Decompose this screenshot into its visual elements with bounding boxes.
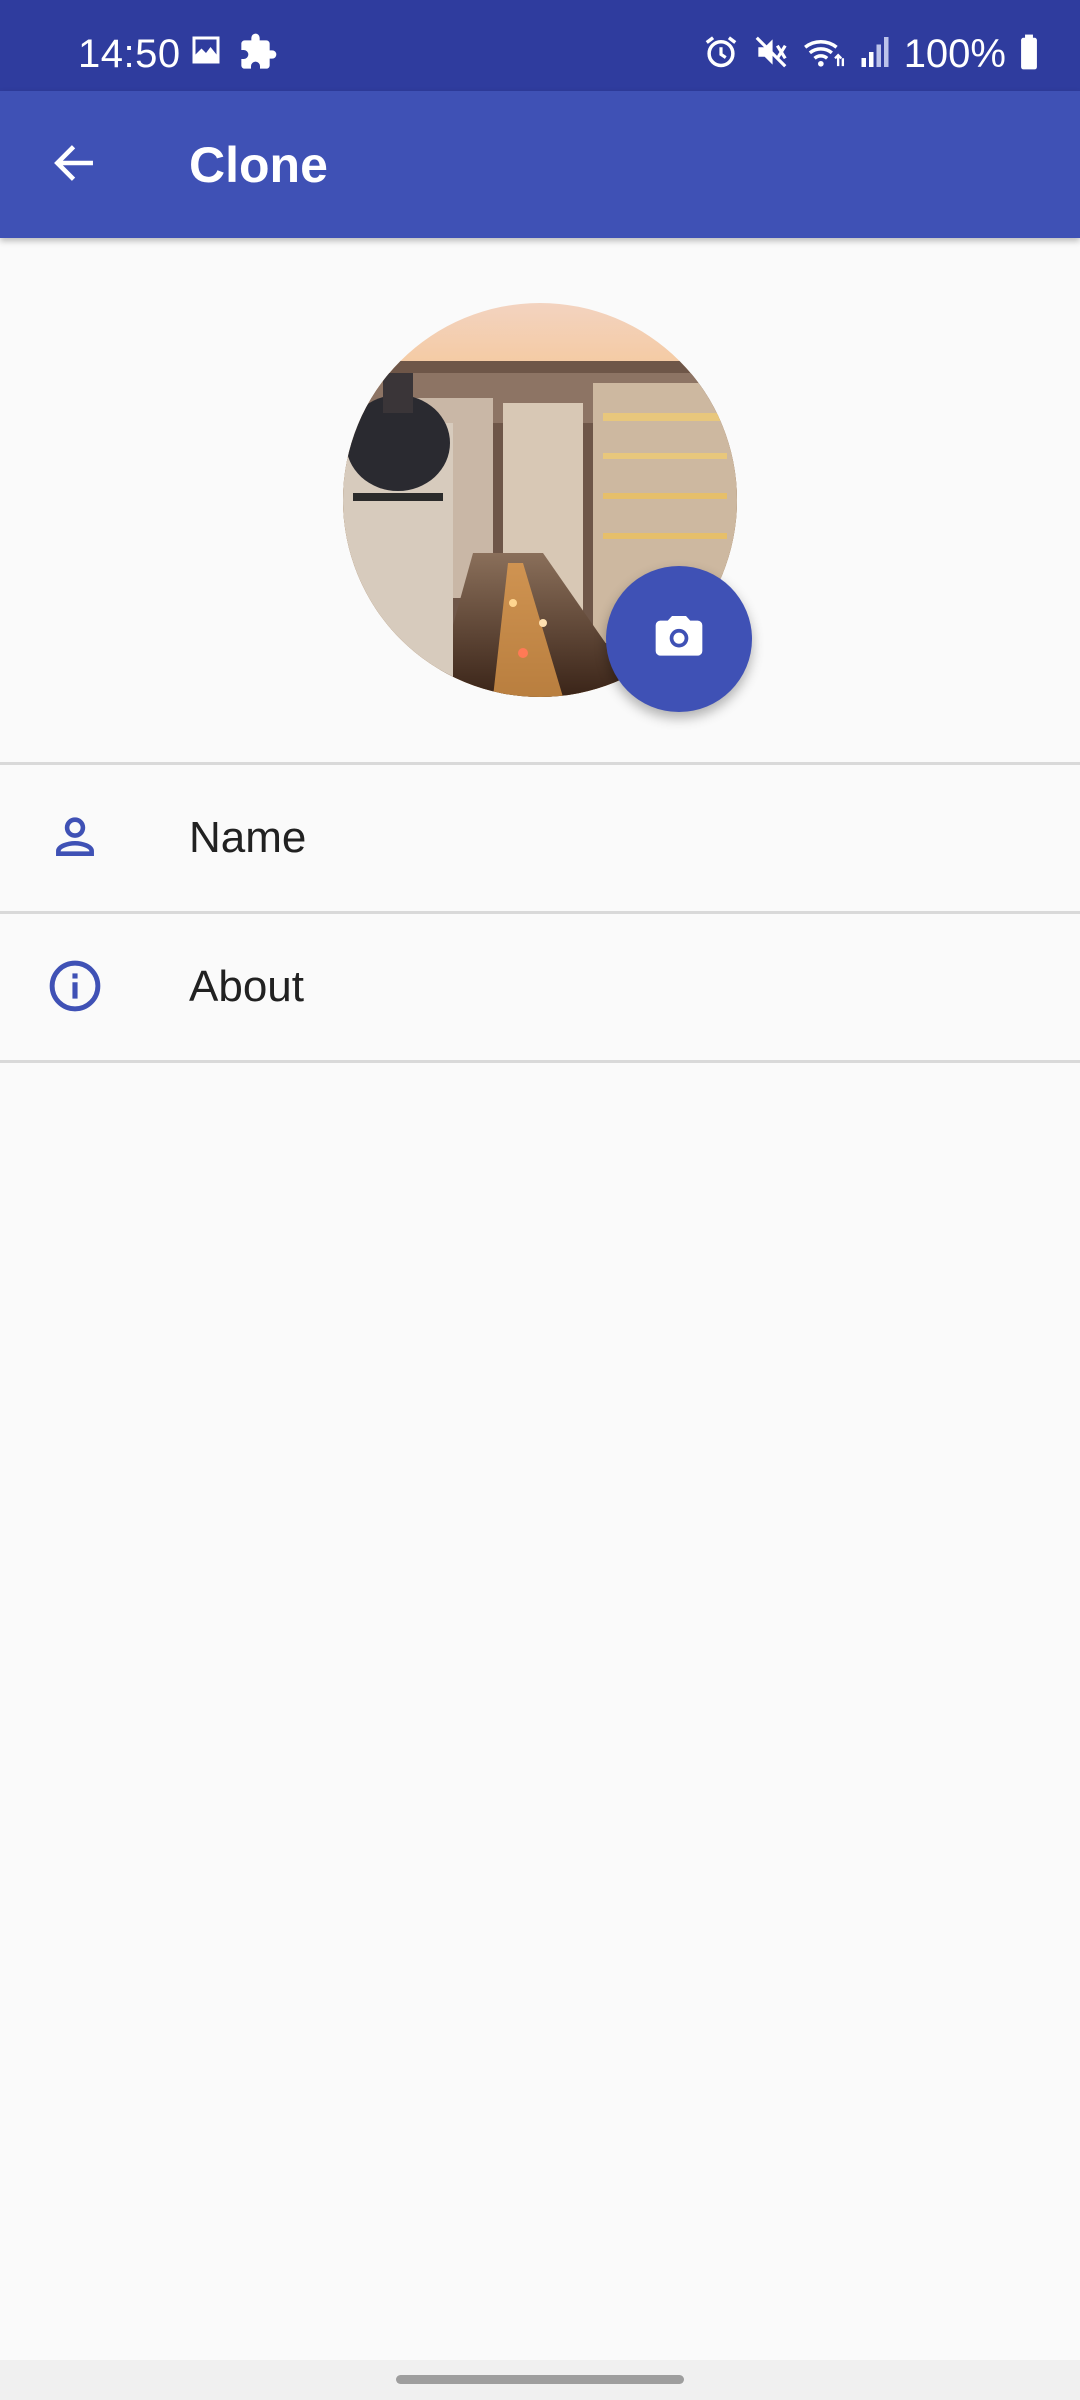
divider [0,1060,1080,1063]
back-button[interactable] [36,127,112,203]
mute-icon [752,33,790,76]
list-item-name[interactable]: Name [0,765,1080,911]
list-item-label: About [189,962,304,1011]
battery-icon [1018,33,1040,76]
list-item-about[interactable]: About [0,914,1080,1060]
status-left-icons [188,32,278,77]
arrow-back-icon [49,138,99,193]
home-gesture-handle[interactable] [396,2375,684,2384]
alarm-icon [702,33,740,76]
status-right: 100% [702,30,1040,78]
image-icon [188,32,224,77]
list-item-label: Name [189,813,307,862]
person-icon [45,807,105,867]
camera-icon [651,609,707,670]
puzzle-icon [238,32,278,77]
app-bar: Clone [0,91,1080,238]
status-bar: 14:50 100% [0,0,1080,91]
status-time: 14:50 [78,32,181,76]
change-photo-button[interactable] [606,566,752,712]
signal-icon [858,34,892,75]
navigation-bar [0,2360,1080,2400]
battery-percent: 100% [903,32,1006,76]
wifi-icon [802,33,846,76]
page-title: Clone [189,137,328,193]
info-icon [45,956,105,1016]
